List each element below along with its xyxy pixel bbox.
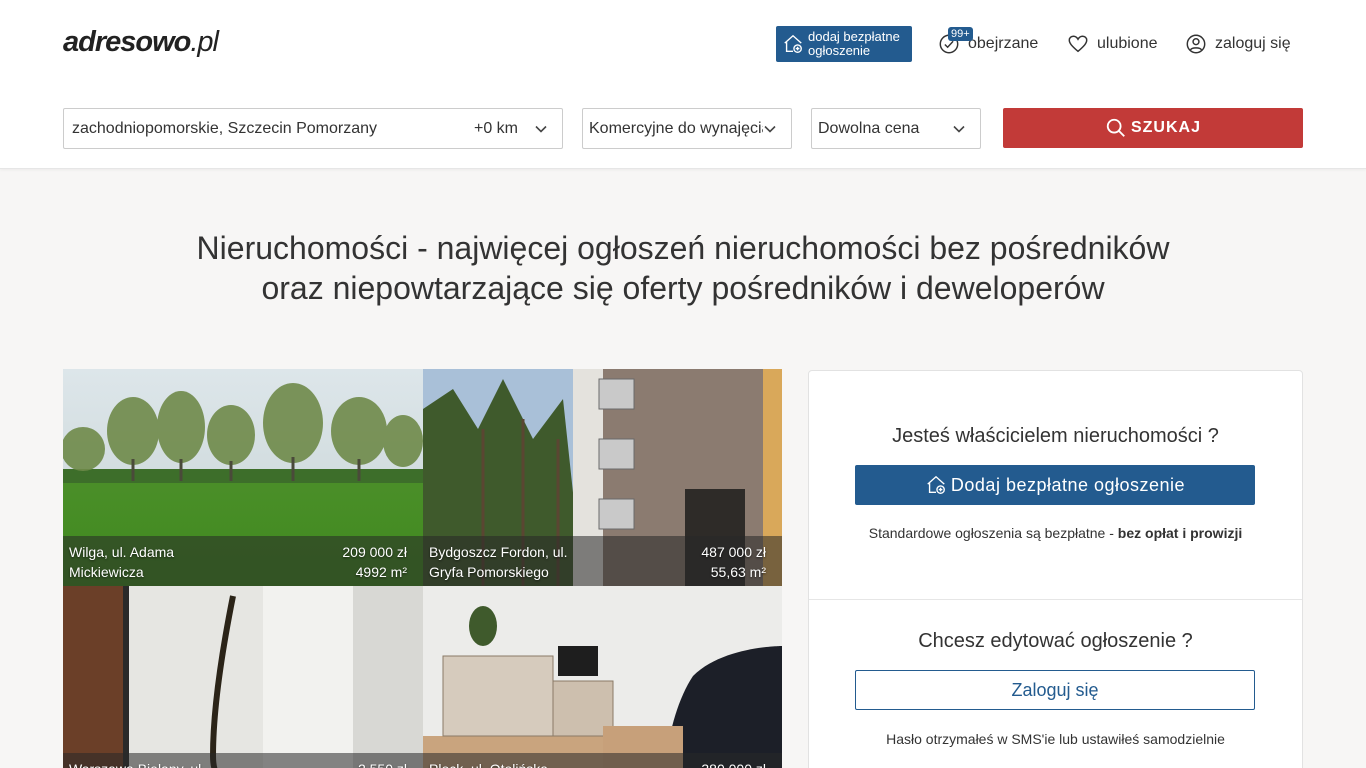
listing-address: Warszawa Bielany, ul.	[69, 759, 205, 768]
listing-price: 380 000 zł	[701, 759, 766, 768]
hero-line2: oraz niepowtarzające się oferty pośredni…	[261, 270, 1105, 306]
listing-area: 55,63 m²	[710, 564, 766, 580]
add-listing-line2: ogłoszenie	[808, 43, 871, 58]
listing-address: Bydgoszcz Fordon, ul.	[429, 544, 568, 560]
house-plus-icon	[927, 475, 945, 494]
listing-caption: Płock, ul. Otolińska 380 000 zł	[423, 753, 782, 768]
add-free-listing-label: Dodaj bezpłatne ogłoszenie	[950, 474, 1186, 495]
house-plus-icon	[784, 34, 802, 53]
nav-favorites[interactable]: ulubione	[1067, 30, 1158, 58]
site-header: adresowo.pl dodaj bezpłatne ogłoszenie 9…	[0, 0, 1366, 169]
nav-login[interactable]: zaloguj się	[1185, 30, 1291, 58]
price-value: Dowolna cena	[818, 119, 920, 137]
viewed-count-badge: 99+	[948, 27, 973, 41]
user-circle-icon	[1186, 34, 1206, 54]
owner-question: Jesteś właścicielem nieruchomości ?	[892, 425, 1219, 447]
listing-caption: Warszawa Bielany, ul. 2 550 zł	[63, 753, 423, 768]
listing-photo-living-room	[423, 586, 782, 768]
search-button[interactable]: SZUKAJ	[1003, 108, 1303, 148]
password-note: Hasło otrzymałeś w SMS'ie lub ustawiłeś …	[886, 731, 1225, 747]
property-type-value: Komercyjne do wynajęcia	[589, 119, 763, 137]
chevron-down-icon	[764, 125, 776, 133]
radius-value[interactable]: +0 km	[474, 120, 518, 138]
listing-caption: Wilga, ul. Adama Mickiewicza 209 000 zł 49…	[63, 536, 423, 586]
listing-address: Płock, ul. Otolińska	[429, 759, 548, 768]
property-type-select[interactable]: Komercyjne do wynajęcia	[582, 108, 792, 149]
site-logo[interactable]: adresowo.pl	[63, 26, 219, 59]
free-note-text: Standardowe ogłoszenia są bezpłatne -	[868, 525, 1118, 541]
hero-line1: Nieruchomości - najwięcej ogłoszeń nieru…	[196, 230, 1170, 266]
login-button[interactable]: Zaloguj się	[855, 670, 1255, 710]
listing-price: 2 550 zł	[358, 759, 407, 768]
listing-caption: Bydgoszcz Fordon, ul. Gryfa Pomorskiego 4…	[423, 536, 782, 586]
search-button-label: SZUKAJ	[1130, 119, 1201, 136]
chevron-down-icon[interactable]	[534, 122, 548, 136]
chevron-down-icon	[953, 125, 965, 133]
free-listing-note: Standardowe ogłoszenia są bezpłatne - be…	[809, 525, 1302, 541]
edit-question: Chcesz edytować ogłoszenie ?	[918, 630, 1193, 652]
listing-address: Wilga, ul. Adama	[69, 544, 175, 560]
add-listing-header-button[interactable]: dodaj bezpłatne ogłoszenie	[776, 26, 912, 62]
listing-card[interactable]: Wilga, ul. Adama Mickiewicza 209 000 zł 49…	[63, 369, 423, 586]
listing-address-2: Gryfa Pomorskiego	[429, 564, 549, 580]
location-value: zachodniopomorskie, Szczecin Pomorzany	[72, 119, 378, 137]
listing-price: 487 000 zł	[701, 544, 766, 560]
listing-card[interactable]: Warszawa Bielany, ul. 2 550 zł	[63, 586, 423, 768]
listing-card[interactable]: Płock, ul. Otolińska 380 000 zł	[423, 586, 782, 768]
nav-favorites-label: ulubione	[1097, 35, 1158, 52]
listing-photo-interior	[63, 586, 423, 768]
heart-icon	[1068, 35, 1088, 53]
logo-text: adresowo	[63, 26, 191, 58]
add-listing-line1: dodaj bezpłatne	[808, 29, 900, 44]
add-free-listing-button[interactable]: Dodaj bezpłatne ogłoszenie	[855, 465, 1255, 505]
logo-tld: .pl	[190, 26, 219, 58]
featured-listings: Wilga, ul. Adama Mickiewicza 209 000 zł 49…	[63, 369, 782, 768]
search-icon	[1106, 118, 1125, 137]
nav-viewed[interactable]: 99+ obejrzane	[938, 27, 1039, 58]
owner-panel: Jesteś właścicielem nieruchomości ? Doda…	[808, 370, 1303, 768]
nav-login-label: zaloguj się	[1215, 35, 1291, 52]
price-select[interactable]: Dowolna cena	[811, 108, 981, 149]
listing-address-2: Mickiewicza	[69, 564, 144, 580]
free-note-bold: bez opłat i prowizji	[1117, 525, 1243, 541]
panel-divider	[809, 599, 1302, 600]
listing-card[interactable]: Bydgoszcz Fordon, ul. Gryfa Pomorskiego 4…	[423, 369, 782, 586]
listing-area: 4992 m²	[355, 564, 407, 580]
listing-price: 209 000 zł	[342, 544, 407, 560]
nav-viewed-label: obejrzane	[968, 35, 1039, 52]
location-input[interactable]: zachodniopomorskie, Szczecin Pomorzany +…	[63, 108, 563, 149]
hero-heading: Nieruchomości - najwięcej ogłoszeń nieru…	[0, 228, 1366, 308]
